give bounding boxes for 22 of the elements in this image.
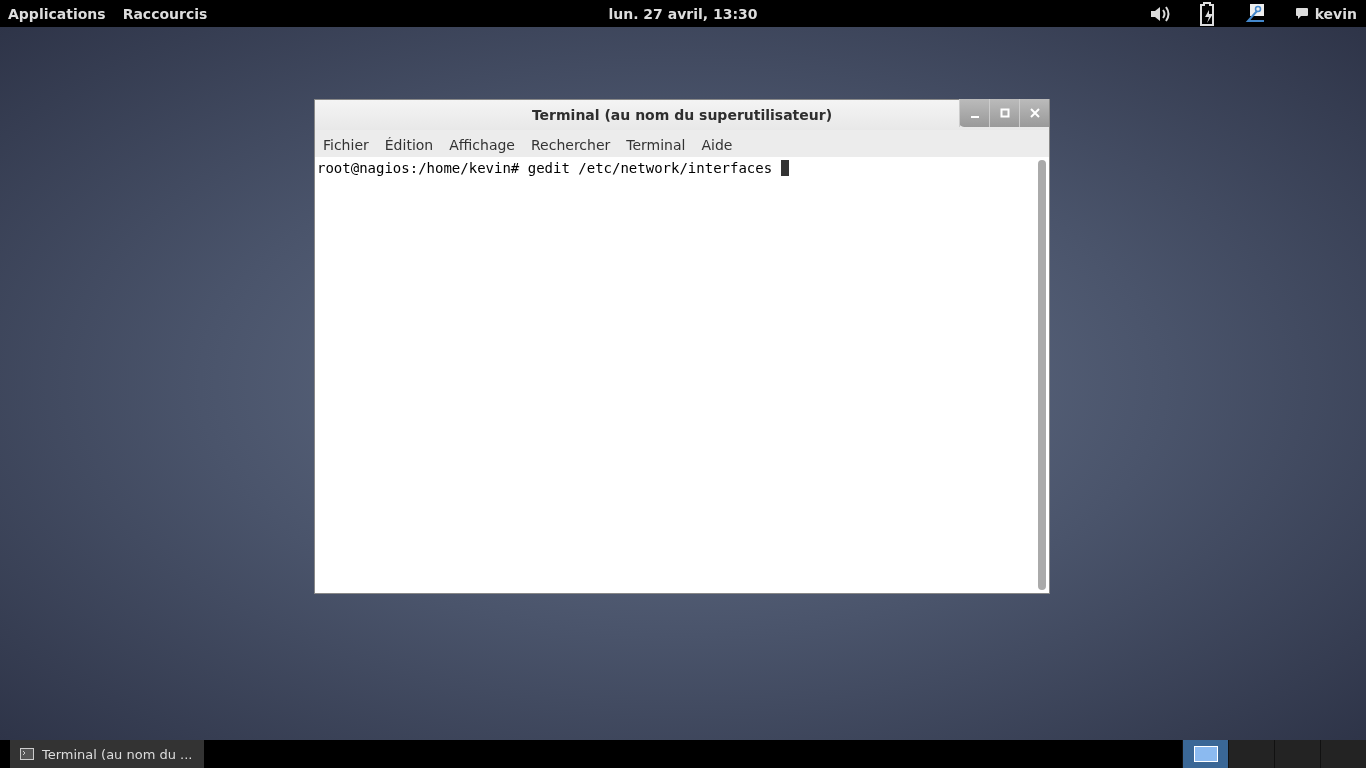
workspace-button[interactable] [1183,740,1228,768]
menu-item[interactable]: Terminal [626,137,686,153]
menu-item[interactable]: Aide [701,137,733,153]
window-title: Terminal (au nom du superutilisateur) [531,107,833,123]
minimize-icon [970,116,979,118]
menu-item[interactable]: Affichage [449,137,515,153]
clock[interactable]: lun. 27 avril, 13:30 [608,5,758,22]
terminal-icon [20,748,34,760]
menu-item[interactable]: Édition [384,137,434,153]
maximize-icon [999,108,1010,118]
text-cursor [780,160,789,176]
battery-icon[interactable] [1198,1,1217,26]
chat-icon[interactable] [1294,7,1309,20]
scrollbar[interactable] [1038,160,1046,590]
top-menu[interactable]: Applications [8,5,106,22]
menu-item[interactable]: Fichier [323,137,369,153]
top-menu[interactable]: Raccourcis [122,5,208,22]
menu-item[interactable]: Rechercher [531,137,611,153]
user-name[interactable]: kevin [1314,5,1357,22]
terminal-line: root@nagios:/home/kevin# gedit /etc/network/interfaces [317,160,774,176]
close-icon [1029,108,1040,118]
taskbar-item[interactable]: Terminal (au nom du ... [10,740,204,768]
